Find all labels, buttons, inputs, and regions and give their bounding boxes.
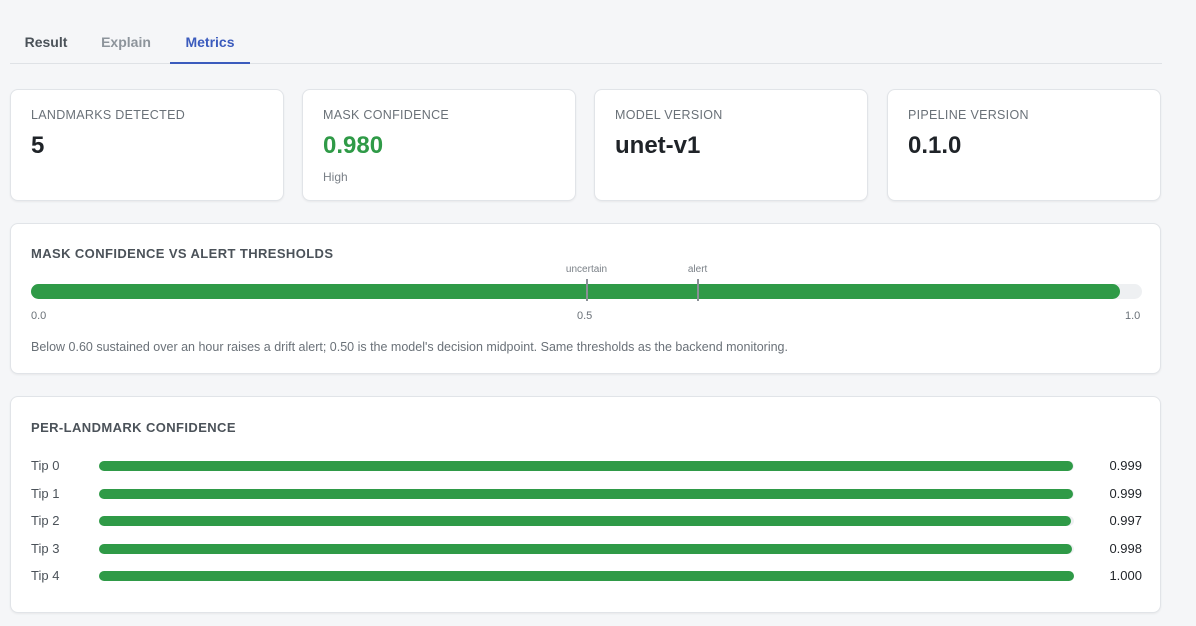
landmark-fill — [99, 461, 1074, 471]
stat-card-pipeline-version: PIPELINE VERSION 0.1.0 — [887, 89, 1161, 201]
alert-marker — [696, 279, 699, 301]
uncertain-marker — [585, 279, 588, 301]
landmark-row: Tip 2 0.997 — [31, 511, 1142, 531]
threshold-card: MASK CONFIDENCE VS ALERT THRESHOLDS unce… — [10, 223, 1161, 374]
landmark-name: Tip 4 — [31, 568, 60, 583]
tab-explain[interactable]: Explain — [90, 24, 162, 64]
stat-label: PIPELINE VERSION — [908, 108, 1029, 122]
landmark-track — [99, 544, 1074, 554]
stat-card-model-version: MODEL VERSION unet-v1 — [594, 89, 868, 201]
landmark-name: Tip 1 — [31, 486, 60, 501]
stat-value: 0.1.0 — [908, 132, 962, 159]
landmark-value: 1.000 — [1109, 568, 1142, 583]
landmark-fill — [99, 489, 1074, 499]
stat-label: MODEL VERSION — [615, 108, 723, 122]
stat-label: LANDMARKS DETECTED — [31, 108, 186, 122]
landmark-value: 0.999 — [1109, 486, 1142, 501]
landmark-value: 0.999 — [1109, 458, 1142, 473]
threshold-note: Below 0.60 sustained over an hour raises… — [31, 340, 788, 354]
landmark-track — [99, 489, 1074, 499]
landmark-track — [99, 516, 1074, 526]
landmark-value: 0.997 — [1109, 513, 1142, 528]
tab-metrics[interactable]: Metrics — [170, 24, 250, 64]
stat-sub-label: High — [323, 170, 348, 184]
landmark-name: Tip 0 — [31, 458, 60, 473]
stat-value: 0.980 — [323, 132, 384, 159]
landmark-row: Tip 0 0.999 — [31, 456, 1142, 476]
section-title: PER-LANDMARK CONFIDENCE — [31, 420, 236, 435]
tick-label-mid: 0.5 — [577, 310, 593, 322]
landmark-row: Tip 4 1.000 — [31, 566, 1142, 586]
tab-bar: Result Explain Metrics — [10, 24, 1162, 64]
landmark-track — [99, 461, 1074, 471]
stat-value: 5 — [31, 132, 45, 159]
landmark-row: Tip 1 0.999 — [31, 484, 1142, 504]
section-title: MASK CONFIDENCE VS ALERT THRESHOLDS — [31, 246, 334, 261]
uncertain-marker-label: uncertain — [565, 264, 608, 275]
confidence-fill — [31, 284, 1120, 299]
landmark-track — [99, 571, 1074, 581]
stat-label: MASK CONFIDENCE — [323, 108, 450, 122]
alert-marker-label: alert — [687, 264, 708, 275]
tick-label-max: 1.0 — [1125, 310, 1141, 322]
landmark-fill — [99, 516, 1072, 526]
stat-card-mask-confidence: MASK CONFIDENCE 0.980 High — [302, 89, 576, 201]
landmark-name: Tip 2 — [31, 513, 60, 528]
stat-value: unet-v1 — [615, 132, 701, 159]
landmark-fill — [99, 571, 1074, 581]
per-landmark-card: PER-LANDMARK CONFIDENCE Tip 0 0.999 Tip … — [10, 396, 1161, 613]
landmark-row: Tip 3 0.998 — [31, 539, 1142, 559]
tick-label-min: 0.0 — [31, 310, 47, 322]
landmark-value: 0.998 — [1109, 541, 1142, 556]
landmark-name: Tip 3 — [31, 541, 60, 556]
landmark-fill — [99, 544, 1073, 554]
tab-result[interactable]: Result — [10, 24, 82, 64]
stat-card-landmarks: LANDMARKS DETECTED 5 — [10, 89, 284, 201]
